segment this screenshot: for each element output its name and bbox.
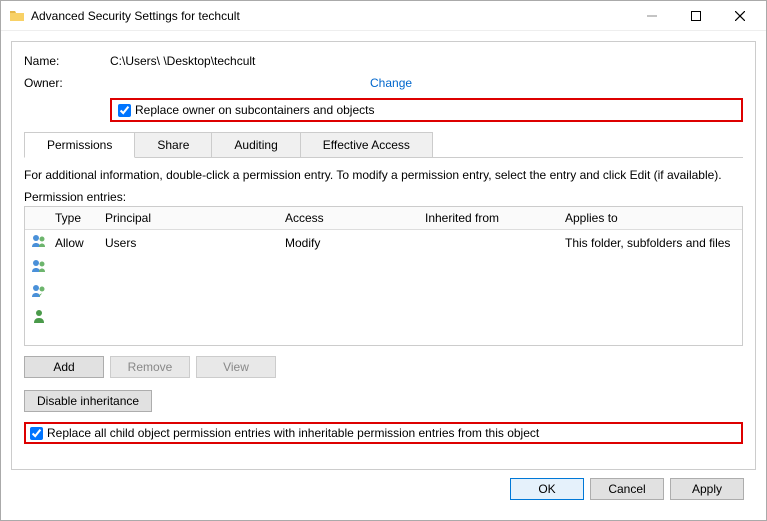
cell-type: Allow: [49, 230, 99, 256]
change-owner-link[interactable]: Change: [370, 76, 412, 90]
close-button[interactable]: [718, 2, 762, 30]
replace-children-label: Replace all child object permission entr…: [47, 426, 539, 440]
replace-children-checkbox[interactable]: [30, 427, 43, 440]
info-text: For additional information, double-click…: [24, 168, 743, 182]
name-label: Name:: [24, 54, 110, 68]
window-controls: [630, 2, 762, 30]
disable-inheritance-button[interactable]: Disable inheritance: [24, 390, 152, 412]
tab-strip: Permissions Share Auditing Effective Acc…: [24, 132, 743, 158]
replace-children-highlight: Replace all child object permission entr…: [24, 422, 743, 444]
name-value: C:\Users\ \Desktop\techcult: [110, 54, 743, 68]
content-wrapper: Name: C:\Users\ \Desktop\techcult Owner:…: [1, 31, 766, 520]
tab-effective-access[interactable]: Effective Access: [300, 132, 433, 157]
entry-buttons-row: Add Remove View: [24, 356, 743, 378]
th-applies[interactable]: Applies to: [559, 207, 742, 230]
cell-principal: Users: [99, 230, 279, 256]
tab-auditing[interactable]: Auditing: [211, 132, 300, 157]
content-panel: Name: C:\Users\ \Desktop\techcult Owner:…: [11, 41, 756, 470]
th-type[interactable]: Type: [49, 207, 99, 230]
disable-inheritance-row: Disable inheritance: [24, 390, 743, 412]
users-icon: [31, 258, 47, 274]
users-icon: [31, 233, 47, 249]
titlebar: Advanced Security Settings for techcult: [1, 1, 766, 31]
table-row[interactable]: [25, 305, 742, 330]
view-button: View: [196, 356, 276, 378]
dialog-footer: OK Cancel Apply: [11, 470, 756, 510]
th-access[interactable]: Access: [279, 207, 419, 230]
apply-button[interactable]: Apply: [670, 478, 744, 500]
add-button[interactable]: Add: [24, 356, 104, 378]
window-title: Advanced Security Settings for techcult: [31, 9, 630, 23]
tab-share[interactable]: Share: [134, 132, 212, 157]
cell-applies: This folder, subfolders and files: [559, 230, 742, 256]
maximize-button[interactable]: [674, 2, 718, 30]
replace-owner-highlight: Replace owner on subcontainers and objec…: [110, 98, 743, 122]
owner-row: Owner: Change: [24, 76, 743, 90]
ok-button[interactable]: OK: [510, 478, 584, 500]
dialog-window: Advanced Security Settings for techcult …: [0, 0, 767, 521]
table-row[interactable]: [25, 280, 742, 305]
replace-owner-checkbox[interactable]: [118, 104, 131, 117]
cancel-button[interactable]: Cancel: [590, 478, 664, 500]
replace-owner-label: Replace owner on subcontainers and objec…: [135, 103, 374, 117]
name-row: Name: C:\Users\ \Desktop\techcult: [24, 54, 743, 68]
user-icon: [31, 308, 47, 324]
cell-access: Modify: [279, 230, 419, 256]
permission-entries-table[interactable]: Type Principal Access Inherited from App…: [24, 206, 743, 346]
tab-permissions[interactable]: Permissions: [24, 132, 135, 158]
table-row[interactable]: Allow Users Modify This folder, subfolde…: [25, 230, 742, 256]
table-header-row: Type Principal Access Inherited from App…: [25, 207, 742, 230]
folder-icon: [9, 8, 25, 24]
th-principal[interactable]: Principal: [99, 207, 279, 230]
table-row[interactable]: [25, 255, 742, 280]
permission-entries-label: Permission entries:: [24, 190, 743, 204]
users-icon: [31, 283, 47, 299]
remove-button: Remove: [110, 356, 190, 378]
th-inherited[interactable]: Inherited from: [419, 207, 559, 230]
cell-inherited: [419, 230, 559, 256]
minimize-button[interactable]: [630, 2, 674, 30]
owner-label: Owner:: [24, 76, 110, 90]
